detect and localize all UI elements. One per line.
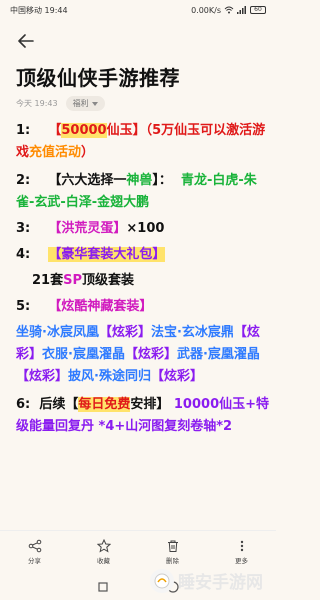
- back-button[interactable]: [16, 31, 36, 51]
- network-speed: 0.00K/s: [191, 5, 221, 15]
- chevron-down-icon: [91, 101, 98, 106]
- line-1: 1: 【50000仙玉】（5万仙玉可以激活游戏充值活动）: [16, 123, 266, 160]
- more-icon: [240, 540, 243, 551]
- status-bar: 中国移动 19:44 0.00K/s 60: [0, 0, 276, 20]
- system-nav-bar: [0, 574, 276, 600]
- bottom-action-bar: 分享 收藏 删除 更多: [0, 530, 276, 572]
- line-7: 坐骑·冰宸凤凰【炫彩】法宝·玄冰宸鼎【炫彩】衣服·宸凰濯晶【炫彩】武器·宸凰濯晶…: [16, 325, 260, 384]
- article-title: 顶级仙侠手游推荐: [16, 66, 180, 90]
- more-button[interactable]: 更多: [235, 539, 249, 565]
- line-4: 4: 【豪华套装大礼包】: [16, 247, 166, 262]
- line-6: 5: 【炫酷神藏套装】: [16, 299, 153, 314]
- line-5: 21套SP顶级套装: [32, 273, 134, 288]
- favorite-label: 收藏: [97, 556, 110, 565]
- line-8: 6: 后续【每日免费安排】 10000仙玉+特级能量回复丹 *4+山河图复刻卷轴…: [16, 397, 270, 434]
- delete-button[interactable]: 删除: [166, 539, 180, 565]
- wifi-icon: [224, 6, 234, 14]
- share-icon: [28, 539, 41, 552]
- circle-icon: [167, 581, 179, 593]
- status-left: 中国移动 19:44: [10, 5, 68, 16]
- line-3: 3: 【洪荒灵蛋】×100: [16, 221, 165, 236]
- share-button[interactable]: 分享: [28, 539, 42, 565]
- share-label: 分享: [28, 556, 41, 565]
- article-date: 今天 19:43: [16, 99, 58, 108]
- trash-icon: [167, 540, 178, 552]
- star-icon: [96, 538, 111, 553]
- nav-home-button[interactable]: [166, 580, 180, 594]
- battery-icon: 60: [250, 6, 266, 14]
- more-label: 更多: [235, 556, 248, 565]
- article-meta: 今天 19:43 福利: [16, 96, 105, 111]
- signal-icon: [237, 6, 246, 14]
- status-right: 0.00K/s 60: [191, 6, 266, 15]
- category-tag[interactable]: 福利: [65, 96, 105, 111]
- delete-label: 删除: [166, 556, 179, 565]
- line-2: 2: 【六大选择一神兽】： 青龙-白虎-朱雀-玄武-白泽-金翅大鹏: [16, 173, 257, 210]
- carrier-time: 中国移动 19:44: [10, 5, 68, 15]
- square-icon: [98, 582, 108, 592]
- arrow-left-icon: [18, 34, 34, 48]
- nav-recent-button[interactable]: [96, 580, 110, 594]
- article-body: 1: 【50000仙玉】（5万仙玉可以激活游戏充值活动） 2: 【六大选择一神兽…: [16, 120, 270, 438]
- category-label: 福利: [72, 99, 89, 108]
- favorite-button[interactable]: 收藏: [96, 538, 111, 565]
